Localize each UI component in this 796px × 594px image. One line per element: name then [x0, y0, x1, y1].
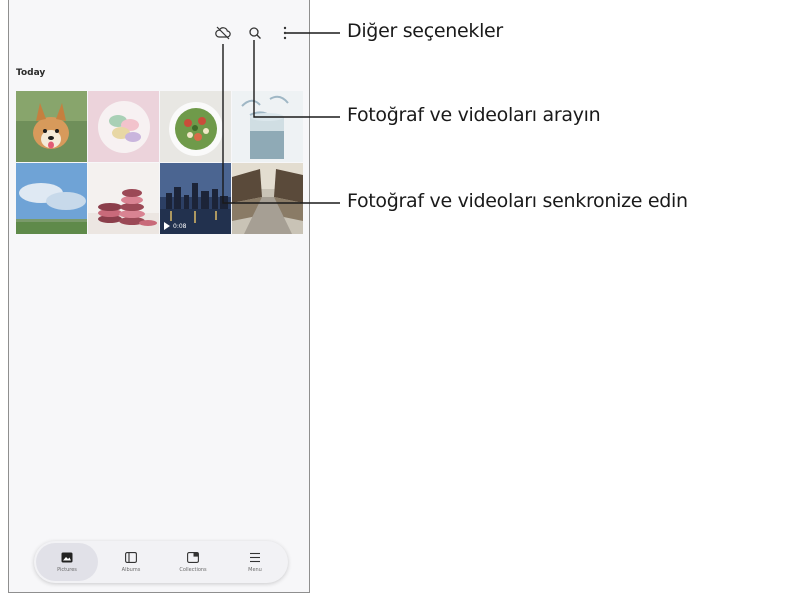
search-icon[interactable]	[245, 22, 265, 44]
section-title-today: Today	[16, 68, 46, 78]
bottom-navigation: Pictures Albums Collections Menu	[34, 541, 288, 583]
more-options-icon[interactable]	[275, 22, 295, 44]
photo-thumbnail-street[interactable]	[232, 163, 303, 234]
collections-icon	[186, 551, 200, 563]
callout-more-options: Diğer seçenekler	[347, 20, 503, 42]
manual-illustration: Today 0:08 Pictures Albums Collections M…	[0, 0, 796, 594]
albums-icon	[124, 551, 138, 563]
nav-label: Pictures	[57, 567, 77, 573]
video-thumbnail-city-night[interactable]: 0:08	[160, 163, 231, 234]
menu-icon	[248, 551, 262, 563]
sync-off-icon[interactable]	[213, 22, 233, 44]
photo-thumbnail-sky[interactable]	[16, 163, 87, 234]
photo-thumbnail-macaron-stack[interactable]	[88, 163, 159, 234]
photo-thumbnail-corgi[interactable]	[16, 91, 87, 162]
photo-thumbnail-salad[interactable]	[160, 91, 231, 162]
play-icon	[164, 222, 170, 230]
pictures-icon	[60, 551, 74, 563]
photo-grid: 0:08	[16, 91, 305, 235]
nav-item-albums[interactable]: Albums	[100, 543, 162, 581]
callout-sync: Fotoğraf ve videoları senkronize edin	[347, 190, 688, 212]
nav-item-collections[interactable]: Collections	[162, 543, 224, 581]
nav-label: Collections	[179, 567, 207, 573]
nav-item-pictures[interactable]: Pictures	[36, 543, 98, 581]
video-duration: 0:08	[173, 222, 187, 230]
nav-item-menu[interactable]: Menu	[224, 543, 286, 581]
nav-label: Menu	[248, 567, 262, 573]
photo-thumbnail-water-glass[interactable]	[232, 91, 303, 162]
photo-thumbnail-macarons-plate[interactable]	[88, 91, 159, 162]
top-action-bar	[213, 22, 295, 44]
callout-search: Fotoğraf ve videoları arayın	[347, 104, 601, 126]
phone-screen: Today 0:08 Pictures Albums Collections M…	[8, 0, 310, 593]
video-badge: 0:08	[164, 222, 186, 230]
nav-label: Albums	[121, 567, 141, 573]
